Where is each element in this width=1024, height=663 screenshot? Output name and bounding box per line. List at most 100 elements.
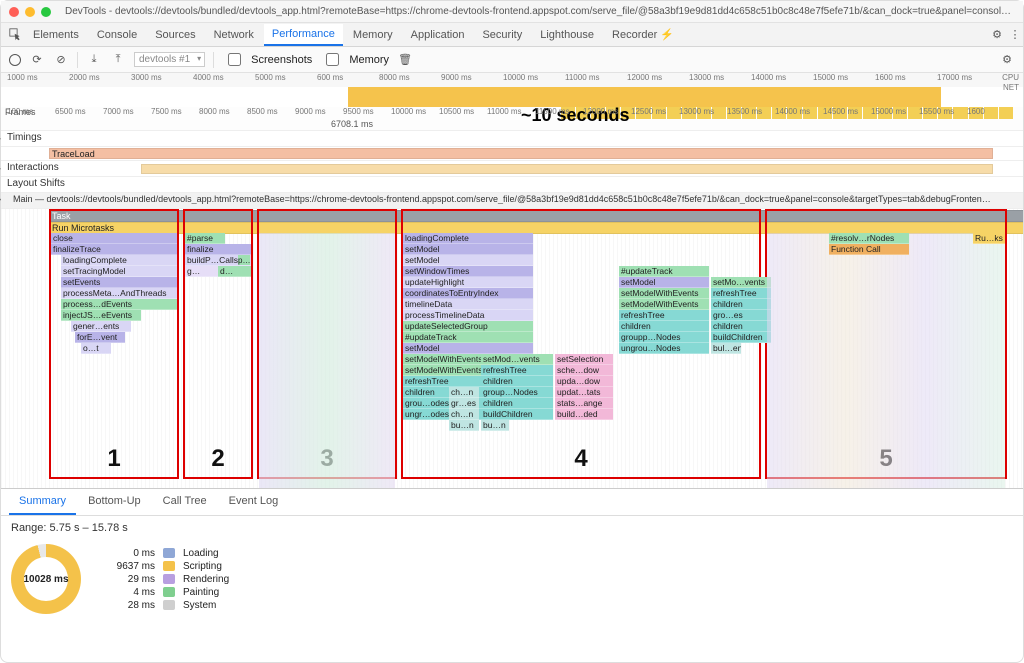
tab-call-tree[interactable]: Call Tree [153, 489, 217, 515]
c4e-5[interactable]: buildChildren [711, 332, 771, 343]
fc1-1[interactable]: finalizeTrace [51, 244, 177, 255]
tab-console[interactable]: Console [89, 25, 145, 45]
inspect-icon[interactable] [7, 27, 23, 43]
tab-event-log[interactable]: Event Log [219, 489, 289, 515]
fc2-1[interactable]: finalize [185, 244, 251, 255]
traceload-bar[interactable]: TraceLoad [49, 148, 993, 159]
fc1-10[interactable]: o…t [81, 343, 111, 354]
c4e-2[interactable]: children [711, 299, 771, 310]
memory-checkbox[interactable] [326, 53, 339, 66]
c4c-4[interactable]: children [481, 398, 553, 409]
close-window-icon[interactable] [9, 7, 19, 17]
fc1-5[interactable]: processMeta…AndThreads [61, 288, 177, 299]
zoom-window-icon[interactable] [41, 7, 51, 17]
c4d-0[interactable]: setSelection [555, 354, 613, 365]
tab-summary[interactable]: Summary [9, 489, 76, 515]
c4e-1[interactable]: refreshTree [711, 288, 771, 299]
timeline-ruler[interactable]: Frames 6708.1 ms ~10 seconds 100 ms6500 … [1, 107, 1023, 131]
c4b-2[interactable]: setModelWithEvents [619, 288, 709, 299]
record-icon[interactable] [9, 54, 21, 66]
track-traceload[interactable]: TraceLoad [1, 147, 1023, 161]
c4-0[interactable]: loadingComplete [403, 233, 533, 244]
interaction-bar[interactable] [141, 164, 993, 174]
disclosure-triangle-icon[interactable]: ▾ [0, 196, 1, 205]
c4c-3[interactable]: group…Nodes [481, 387, 553, 398]
fc2-5[interactable]: d… [218, 266, 251, 277]
flame-col-3[interactable] [259, 233, 395, 489]
fc1-2[interactable]: loadingComplete [61, 255, 177, 266]
sm-0[interactable]: ch…n [449, 387, 479, 398]
c4b-0[interactable]: #updateTrack [619, 266, 709, 277]
c4c-1[interactable]: refreshTree [481, 365, 553, 376]
c5-0[interactable]: #resolv…rNodes [829, 233, 909, 244]
track-timings[interactable]: ▸ Timings [1, 131, 1023, 147]
disclosure-triangle-icon[interactable]: ▸ [0, 164, 1, 173]
track-layout-shifts[interactable]: Layout Shifts [1, 177, 1023, 193]
c4c-0[interactable]: setMod…vents [481, 354, 553, 365]
tab-security[interactable]: Security [474, 25, 530, 45]
timeline-overview[interactable]: 1000 ms2000 ms3000 ms4000 ms5000 ms600 m… [1, 73, 1023, 107]
c4b-3[interactable]: setModelWithEvents [619, 299, 709, 310]
tab-memory[interactable]: Memory [345, 25, 401, 45]
fc1-4[interactable]: setEvents [61, 277, 177, 288]
settings-gear-icon[interactable]: ⚙ [989, 27, 1005, 43]
download-icon[interactable]: ⤒ [110, 52, 126, 68]
c4-1[interactable]: setModel [403, 244, 533, 255]
c4c-5[interactable]: buildChildren [481, 409, 553, 420]
fc2-0[interactable]: #parse [185, 233, 225, 244]
c4e-4[interactable]: children [711, 321, 771, 332]
tab-sources[interactable]: Sources [147, 25, 203, 45]
c4b-1[interactable]: setModel [619, 277, 709, 288]
minimize-window-icon[interactable] [25, 7, 35, 17]
c4b-7[interactable]: ungrou…Nodes [619, 343, 709, 354]
trash-icon[interactable]: 🗑 [397, 52, 413, 68]
track-interactions[interactable]: ▸ Interactions [1, 161, 1023, 177]
tab-application[interactable]: Application [403, 25, 473, 45]
fc2-4[interactable]: g… [185, 266, 218, 277]
disclosure-triangle-icon[interactable]: ▸ [0, 134, 1, 143]
c4-4[interactable]: updateHighlight [403, 277, 533, 288]
fc1-9[interactable]: forE…vent [75, 332, 125, 343]
sm-1[interactable]: gr…es [449, 398, 479, 409]
c4-9[interactable]: #updateTrack [403, 332, 533, 343]
c4b-6[interactable]: groupp…Nodes [619, 332, 709, 343]
fc2-3[interactable]: p… [238, 255, 250, 265]
c4-7[interactable]: processTimelineData [403, 310, 533, 321]
c4e-6[interactable]: bul…en [711, 343, 741, 354]
c4-2[interactable]: setModel [403, 255, 533, 266]
cr-0[interactable]: Ru…ks [973, 233, 1005, 244]
c4-10[interactable]: setModel [403, 343, 533, 354]
c4b-4[interactable]: refreshTree [619, 310, 709, 321]
c4d-4[interactable]: stats…ange [555, 398, 613, 409]
fc1-7[interactable]: injectJS…eEvents [61, 310, 141, 321]
c4d-1[interactable]: sche…dow [555, 365, 613, 376]
c5-1[interactable]: Function Call [829, 244, 909, 255]
reload-icon[interactable]: ⟳ [29, 52, 45, 68]
c4b-5[interactable]: children [619, 321, 709, 332]
tab-performance[interactable]: Performance [264, 24, 343, 46]
c4c-2[interactable]: children [481, 376, 553, 387]
fc1-3[interactable]: setTracingModel [61, 266, 177, 277]
c4d-2[interactable]: upda…dow [555, 376, 613, 387]
sm-3[interactable]: bu…n [449, 420, 479, 431]
c4-5[interactable]: coordinatesToEntryIndex [403, 288, 533, 299]
flame-chart[interactable]: Task Task Run Microtasks Ti…ed 1 2 3 4 5… [1, 209, 1023, 489]
c4c-6[interactable]: bu…n [481, 420, 509, 431]
sm-2[interactable]: ch…n [449, 409, 479, 420]
c4-8[interactable]: updateSelectedGroup [403, 321, 533, 332]
fc1-6[interactable]: process…dEvents [61, 299, 177, 310]
tab-network[interactable]: Network [206, 25, 262, 45]
fc2-2[interactable]: buildP…Calls [187, 255, 238, 265]
kebab-menu-icon[interactable]: ⋮ [1007, 27, 1023, 43]
perf-settings-gear-icon[interactable]: ⚙ [999, 52, 1015, 68]
track-main-header[interactable]: ▾ Main — devtools://devtools/bundled/dev… [1, 193, 1023, 209]
c4e-0[interactable]: setMo…vents [711, 277, 771, 288]
tab-bottom-up[interactable]: Bottom-Up [78, 489, 151, 515]
tab-recorder[interactable]: Recorder ⚡ [604, 24, 682, 45]
clear-icon[interactable]: ⊘ [53, 52, 69, 68]
upload-icon[interactable]: ⤓ [86, 52, 102, 68]
tab-elements[interactable]: Elements [25, 25, 87, 45]
c4-3[interactable]: setWindowTimes [403, 266, 533, 277]
c4-6[interactable]: timelineData [403, 299, 533, 310]
fc1-0[interactable]: close [51, 233, 177, 244]
